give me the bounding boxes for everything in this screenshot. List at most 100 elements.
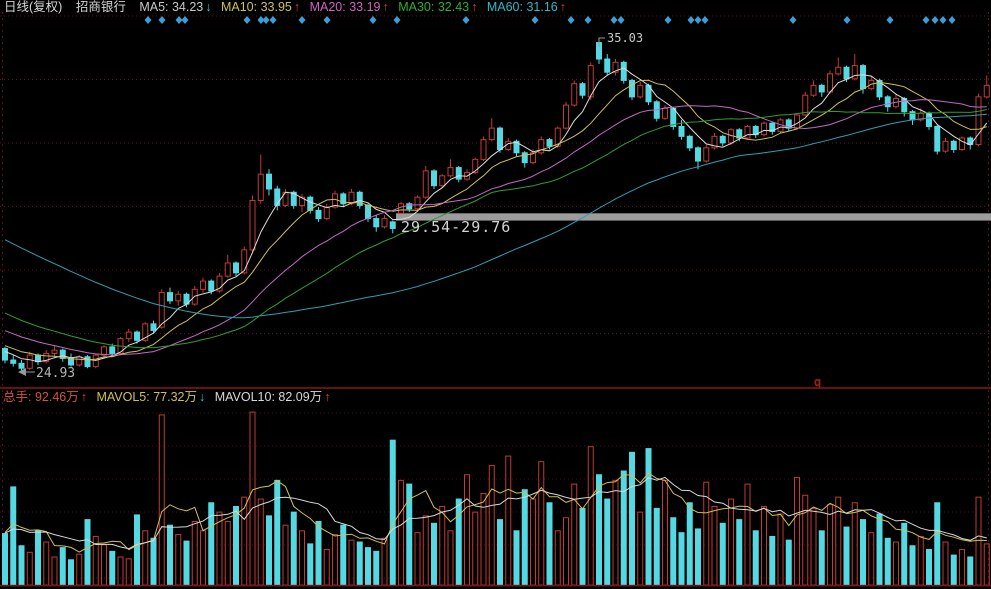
candle-body bbox=[448, 168, 453, 176]
volume-bar bbox=[498, 520, 503, 585]
candle-body bbox=[910, 112, 915, 120]
volume-bar bbox=[110, 551, 115, 585]
event-diamond-icon bbox=[887, 16, 894, 24]
volume-pane-header: 总手: 92.46万↑ MAVOL5: 77.32万↓ MAVOL10: 82.… bbox=[3, 391, 336, 404]
event-diamond-icon bbox=[532, 16, 539, 24]
candle-body bbox=[836, 67, 841, 74]
volume-bar bbox=[341, 525, 346, 585]
volume-bar bbox=[126, 559, 131, 585]
candle-body bbox=[745, 126, 750, 138]
volume-bar bbox=[267, 516, 272, 585]
volume-bar bbox=[737, 520, 742, 585]
ma10-trend-arrow-icon: ↑ bbox=[294, 0, 300, 14]
candle-body bbox=[605, 59, 610, 72]
volume-bar bbox=[168, 525, 173, 585]
candle-body bbox=[861, 66, 866, 89]
volume-bar bbox=[927, 549, 932, 585]
volume-bar bbox=[885, 538, 890, 585]
event-diamond-icon bbox=[844, 16, 851, 24]
candle-body bbox=[630, 80, 635, 96]
volume-bar bbox=[696, 529, 701, 585]
candle-body bbox=[547, 140, 552, 147]
candle-body bbox=[621, 62, 626, 80]
candle-body bbox=[242, 250, 247, 273]
volume-bar bbox=[349, 540, 354, 585]
candle-body bbox=[696, 148, 701, 161]
volume-bar bbox=[135, 515, 140, 585]
mavol10-trend-arrow-icon: ↑ bbox=[324, 390, 330, 404]
volume-bar bbox=[679, 533, 684, 585]
ma20-trend-arrow-icon: ↑ bbox=[383, 0, 389, 14]
event-diamond-icon bbox=[324, 16, 331, 24]
candle-body bbox=[671, 108, 676, 126]
candle-body bbox=[951, 141, 956, 149]
volume-bar bbox=[374, 551, 379, 585]
volume-bar bbox=[465, 475, 470, 585]
event-diamond-icon bbox=[665, 16, 672, 24]
candle-body bbox=[382, 219, 387, 227]
volume-bar bbox=[877, 514, 882, 585]
candle-body bbox=[366, 205, 371, 218]
volume-bar bbox=[712, 507, 717, 585]
volume-bar bbox=[423, 516, 428, 585]
mavol5-readout: MAVOL5: 77.32万↓ bbox=[96, 390, 205, 404]
volume-bar bbox=[36, 531, 41, 585]
candle-body bbox=[275, 189, 280, 205]
candle-body bbox=[374, 219, 379, 227]
volume-bar bbox=[522, 490, 527, 585]
candle-body bbox=[250, 200, 255, 249]
candle-body bbox=[209, 281, 214, 291]
candle-body bbox=[885, 97, 890, 107]
volume-bar bbox=[564, 518, 569, 585]
volume-bar bbox=[795, 478, 800, 585]
volume-bar bbox=[151, 538, 156, 585]
volume-bar bbox=[646, 449, 651, 585]
candle-body bbox=[159, 293, 164, 328]
ma20-readout: MA20: 33.19↑ bbox=[310, 0, 389, 14]
volume-bar bbox=[770, 536, 775, 585]
volume-bar bbox=[69, 560, 74, 585]
candle-body bbox=[324, 207, 329, 219]
volume-bar bbox=[753, 531, 758, 585]
candle-body bbox=[762, 123, 767, 135]
volume-bar bbox=[811, 508, 816, 585]
candle-body bbox=[110, 347, 115, 354]
candle-body bbox=[704, 148, 709, 161]
volume-bar bbox=[283, 525, 288, 585]
event-diamond-icon bbox=[923, 16, 930, 24]
candle-body bbox=[440, 176, 445, 186]
price-pane-header: 日线(复权) 招商银行 MA5: 34.23↓ MA10: 33.95↑ MA2… bbox=[4, 1, 572, 14]
ma5-readout: MA5: 34.23↓ bbox=[139, 0, 211, 14]
candle-body bbox=[135, 332, 140, 340]
candle-body bbox=[844, 67, 849, 79]
volume-bar bbox=[976, 497, 981, 585]
volume-bar bbox=[786, 540, 791, 585]
event-diamond-icon bbox=[244, 16, 251, 24]
volume-bar bbox=[745, 484, 750, 585]
total-volume-readout: 总手: 92.46万↑ bbox=[3, 390, 87, 404]
volume-bar bbox=[390, 440, 395, 585]
candle-body bbox=[687, 136, 692, 148]
candle-body bbox=[176, 294, 181, 301]
event-diamond-icon bbox=[176, 16, 183, 24]
volume-bar bbox=[242, 497, 247, 585]
event-diamond-icon bbox=[940, 16, 947, 24]
volume-bar bbox=[910, 546, 915, 585]
volume-bar bbox=[77, 554, 82, 585]
candlestick-chart-canvas[interactable]: 35.0329.54-29.7624.93q bbox=[0, 0, 991, 589]
volume-bar bbox=[778, 514, 783, 585]
volume-bar bbox=[366, 548, 371, 585]
volume-bar bbox=[894, 542, 899, 585]
candle-body bbox=[976, 97, 981, 145]
volume-bar bbox=[192, 521, 197, 585]
gap-range-label: 29.54-29.76 bbox=[401, 218, 511, 236]
candle-body bbox=[828, 74, 833, 92]
event-diamond-icon bbox=[932, 16, 939, 24]
volume-bar bbox=[621, 471, 626, 585]
volume-bar bbox=[514, 531, 519, 585]
candle-body bbox=[927, 113, 932, 126]
volume-bar bbox=[861, 520, 866, 585]
mavol5-trend-arrow-icon: ↓ bbox=[199, 390, 205, 404]
event-diamond-icon bbox=[688, 16, 695, 24]
volume-bar bbox=[605, 499, 610, 585]
